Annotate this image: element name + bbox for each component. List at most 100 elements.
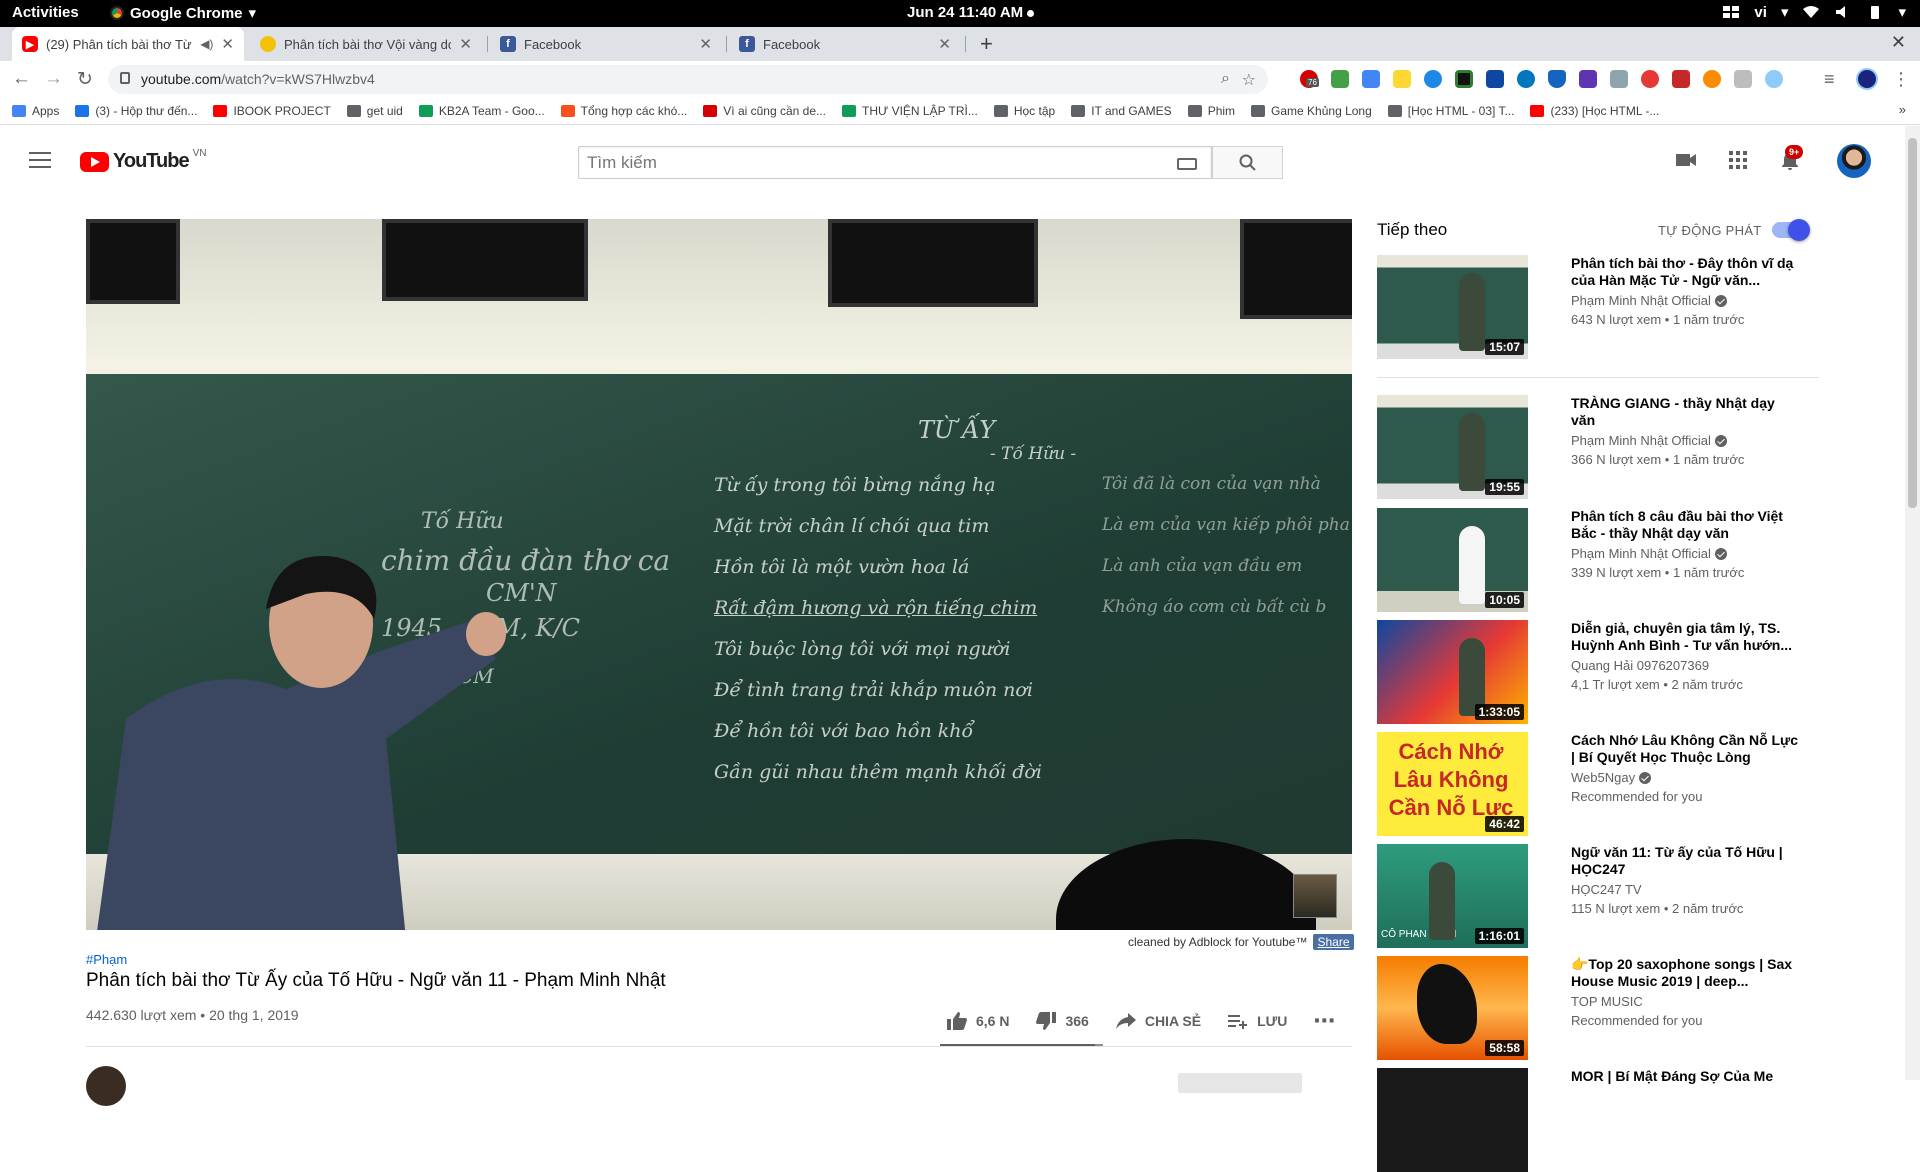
extension-icon[interactable]: [1486, 70, 1504, 88]
extension-badge-icon[interactable]: 76: [1300, 70, 1319, 88]
video-title[interactable]: Diễn giả, chuyên gia tâm lý, TS. Huỳnh A…: [1571, 620, 1801, 654]
bookmark-item[interactable]: THƯ VIỆN LẬP TRÌ...: [842, 104, 978, 118]
recommended-video[interactable]: 15:07 Phân tích bài thơ - Đây thôn vĩ dạ …: [1377, 255, 1817, 359]
create-video-icon[interactable]: [1674, 148, 1698, 172]
recommended-video[interactable]: 1:33:05 Diễn giả, chuyên gia tâm lý, TS. …: [1377, 620, 1817, 724]
video-title[interactable]: 👉Top 20 saxophone songs | Sax House Musi…: [1571, 956, 1801, 990]
profile-avatar[interactable]: [1856, 68, 1878, 90]
video-thumbnail[interactable]: 19:55: [1377, 395, 1528, 499]
tab-youtube[interactable]: ▶ (29) Phân tích bài thơ Từ Ấy ◀) ✕: [12, 27, 244, 61]
video-thumbnail[interactable]: CÔ PHAN THỊ M 1:16:01: [1377, 844, 1528, 948]
recommended-video[interactable]: 19:55 TRÀNG GIANG - thầy Nhật dạy văn Phạm…: [1377, 395, 1817, 499]
recommended-video[interactable]: CÔ PHAN THỊ M 1:16:01 Ngữ văn 11: Từ ấy củ…: [1377, 844, 1817, 948]
channel-name[interactable]: Web5Ngay: [1571, 770, 1652, 785]
extension-icon[interactable]: [1455, 70, 1473, 88]
translate-icon[interactable]: [1362, 70, 1380, 88]
tools-icon[interactable]: [1610, 70, 1628, 88]
video-thumbnail[interactable]: 15:07: [1377, 255, 1528, 359]
bookmarks-overflow-icon[interactable]: »: [1899, 102, 1906, 117]
video-thumbnail[interactable]: 58:58: [1377, 956, 1528, 1060]
bookmark-item[interactable]: Học tập: [993, 104, 1055, 118]
bookmark-item[interactable]: get uid: [346, 104, 403, 118]
bookmark-item[interactable]: Phim: [1187, 104, 1235, 118]
video-thumbnail[interactable]: Cách Nhớ Lâu Không Cần Nỗ Lực 46:42: [1377, 732, 1528, 836]
extension-icon[interactable]: [1641, 70, 1659, 88]
adblock-share-link[interactable]: Share: [1313, 934, 1354, 950]
subscribe-button[interactable]: [1178, 1073, 1302, 1093]
extension-icon[interactable]: [1765, 70, 1783, 88]
youtube-icon[interactable]: [1672, 70, 1690, 88]
channel-watermark[interactable]: [1293, 874, 1337, 918]
close-tab-icon[interactable]: ✕: [699, 35, 712, 53]
search-button[interactable]: [1212, 146, 1283, 179]
account-avatar[interactable]: [1837, 144, 1871, 178]
more-actions-icon[interactable]: ⋯: [1313, 1008, 1336, 1034]
video-title[interactable]: Phân tích 8 câu đầu bài thơ Việt Bắc - t…: [1571, 508, 1801, 542]
extension-icon[interactable]: [1579, 70, 1597, 88]
hamburger-menu-icon[interactable]: [29, 152, 51, 173]
bookmark-item[interactable]: (3) - Hộp thư đến...: [75, 104, 197, 118]
bookmark-star-icon[interactable]: ☆: [1242, 70, 1256, 90]
close-tab-icon[interactable]: ✕: [459, 35, 472, 53]
bookmark-item[interactable]: IT and GAMES: [1071, 104, 1172, 118]
bookmark-item[interactable]: Tổng hợp các khó...: [560, 104, 687, 118]
apps-grid-icon[interactable]: [1726, 148, 1750, 172]
bookmark-item[interactable]: [Học HTML - 03] T...: [1387, 104, 1514, 118]
lock-icon[interactable]: [120, 72, 130, 84]
recommended-video[interactable]: MOR | Bí Mật Đáng Sợ Của Me: [1377, 1068, 1817, 1172]
video-title[interactable]: Ngữ văn 11: Từ ấy của Tố Hữu | HỌC247: [1571, 844, 1801, 878]
bookmark-item[interactable]: KB2A Team - Goo...: [418, 104, 545, 118]
app-menu[interactable]: Google Chrome ▾: [110, 4, 256, 22]
channel-name[interactable]: TOP MUSIC: [1571, 994, 1643, 1009]
video-hashtag[interactable]: #Phạm: [86, 952, 127, 967]
bookmark-item[interactable]: Apps: [12, 104, 59, 118]
bookmark-item[interactable]: IBOOK PROJECT: [213, 104, 331, 118]
video-thumbnail[interactable]: [1377, 1068, 1528, 1172]
dislike-button[interactable]: 366: [1035, 1011, 1089, 1031]
keyboard-icon[interactable]: [1177, 158, 1197, 170]
tab-facebook-1[interactable]: f Facebook ✕: [490, 27, 722, 61]
new-tab-button[interactable]: +: [980, 31, 993, 57]
video-thumbnail[interactable]: 1:33:05: [1377, 620, 1528, 724]
close-tab-icon[interactable]: ✕: [938, 35, 951, 53]
bookmark-item[interactable]: Vì ai cũng cần de...: [703, 104, 826, 118]
reload-button[interactable]: ↻: [77, 68, 93, 91]
activities-button[interactable]: Activities: [12, 4, 79, 21]
back-button[interactable]: ←: [12, 68, 31, 90]
channel-name[interactable]: Phạm Minh Nhật Official: [1571, 546, 1727, 561]
extension-icon[interactable]: [1331, 70, 1349, 88]
close-tab-icon[interactable]: ✕: [221, 35, 234, 53]
speaker-icon[interactable]: ◀): [200, 37, 213, 51]
channel-name[interactable]: Quang Hải 0976207369: [1571, 658, 1709, 673]
search-input[interactable]: [579, 147, 1211, 178]
zoom-icon[interactable]: ⌕: [1221, 70, 1230, 88]
layout-icon[interactable]: [1722, 5, 1740, 19]
extension-icon[interactable]: [1703, 70, 1721, 88]
bookmark-item[interactable]: Game Khủng Long: [1251, 104, 1372, 118]
url-text[interactable]: youtube.com/watch?v=kWS7Hlwzbv4: [141, 71, 375, 87]
clock[interactable]: Jun 24 11:40 AM: [907, 4, 1023, 21]
tab-voi-vang[interactable]: Phân tích bài thơ Vội vàng do ✕: [250, 27, 482, 61]
autoplay-toggle[interactable]: [1772, 219, 1810, 241]
tab-facebook-2[interactable]: f Facebook ✕: [729, 27, 961, 61]
input-language[interactable]: vi: [1754, 4, 1767, 21]
youtube-logo[interactable]: YouTube VN: [80, 148, 206, 173]
address-bar[interactable]: youtube.com/watch?v=kWS7Hlwzbv4 ⌕ ☆: [108, 65, 1268, 94]
forward-button[interactable]: →: [44, 68, 63, 90]
window-close-icon[interactable]: ✕: [1891, 32, 1906, 53]
share-button[interactable]: CHIA SẺ: [1115, 1011, 1201, 1031]
channel-name[interactable]: Phạm Minh Nhật Official: [1571, 433, 1727, 448]
menu-kebab-icon[interactable]: ⋮: [1892, 69, 1910, 90]
channel-name[interactable]: HỌC247 TV: [1571, 882, 1642, 897]
extension-icon[interactable]: [1517, 70, 1535, 88]
extension-icon[interactable]: [1424, 70, 1442, 88]
save-button[interactable]: LƯU: [1227, 1011, 1287, 1031]
video-title[interactable]: Phân tích bài thơ - Đây thôn vĩ dạ của H…: [1571, 255, 1801, 289]
recommended-video[interactable]: 58:58 👉Top 20 saxophone songs | Sax House…: [1377, 956, 1817, 1060]
like-button[interactable]: 6,6 N: [946, 1011, 1009, 1031]
system-tray[interactable]: vi ▾ ▾: [1722, 3, 1906, 21]
recommended-video[interactable]: Cách Nhớ Lâu Không Cần Nỗ Lực 46:42 Cách N…: [1377, 732, 1817, 836]
video-thumbnail[interactable]: 10:05: [1377, 508, 1528, 612]
video-title[interactable]: TRÀNG GIANG - thầy Nhật dạy văn: [1571, 395, 1801, 429]
queue-icon[interactable]: ≡: [1824, 69, 1835, 90]
